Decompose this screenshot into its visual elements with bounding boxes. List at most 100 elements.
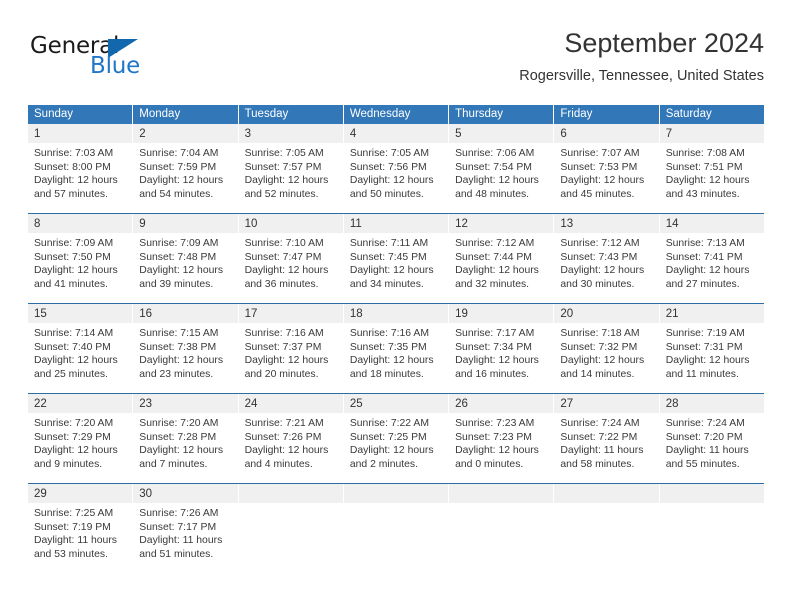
day-number: 13 — [560, 218, 574, 230]
sunset-text: Sunset: 7:19 PM — [34, 521, 111, 533]
daylight-text-line2: and 45 minutes. — [560, 188, 635, 200]
day-cell[interactable]: 10 Sunrise: 7:10 AM Sunset: 7:47 PM Dayl… — [238, 214, 343, 300]
daylight-text-line1: Daylight: 12 hours — [455, 355, 539, 367]
day-details: Sunrise: 7:25 AM Sunset: 7:19 PM Dayligh… — [28, 503, 132, 561]
day-cell[interactable]: 16 Sunrise: 7:15 AM Sunset: 7:38 PM Dayl… — [133, 304, 238, 390]
calendar-week-row: 1 Sunrise: 7:03 AM Sunset: 8:00 PM Dayli… — [28, 124, 764, 210]
day-cell[interactable]: 4 Sunrise: 7:05 AM Sunset: 7:56 PM Dayli… — [343, 124, 449, 210]
day-number: 2 — [139, 128, 146, 140]
day-cell[interactable]: 1 Sunrise: 7:03 AM Sunset: 8:00 PM Dayli… — [28, 124, 133, 210]
day-cell[interactable]: 19 Sunrise: 7:17 AM Sunset: 7:34 PM Dayl… — [449, 304, 554, 390]
day-details: Sunrise: 7:06 AM Sunset: 7:54 PM Dayligh… — [449, 143, 553, 201]
daylight-text-line2: and 50 minutes. — [349, 188, 424, 200]
page-title: September 2024 — [564, 28, 764, 58]
sunset-text: Sunset: 7:43 PM — [560, 251, 638, 263]
sunrise-text: Sunrise: 7:20 AM — [139, 418, 219, 429]
day-number-bar: 12 — [449, 214, 554, 233]
day-details: Sunrise: 7:22 AM Sunset: 7:25 PM Dayligh… — [344, 413, 448, 471]
day-cell[interactable]: 28 Sunrise: 7:24 AM Sunset: 7:20 PM Dayl… — [659, 394, 764, 480]
weekday-header-sunday: Sunday — [28, 105, 133, 124]
daylight-text-line2: and 30 minutes. — [560, 278, 635, 290]
daylight-text-line2: and 11 minutes. — [665, 368, 739, 380]
sunrise-text: Sunrise: 7:16 AM — [244, 328, 324, 339]
daylight-text-line2: and 20 minutes. — [244, 368, 319, 380]
sunrise-text: Sunrise: 7:10 AM — [244, 238, 324, 249]
sunrise-text: Sunrise: 7:05 AM — [244, 148, 324, 159]
day-cell[interactable]: 20 Sunrise: 7:18 AM Sunset: 7:32 PM Dayl… — [554, 304, 659, 390]
day-details: Sunrise: 7:20 AM Sunset: 7:28 PM Dayligh… — [133, 413, 237, 471]
sunset-text: Sunset: 7:48 PM — [139, 251, 217, 263]
day-cell[interactable]: 7 Sunrise: 7:08 AM Sunset: 7:51 PM Dayli… — [659, 124, 764, 210]
calendar-week-row: 8 Sunrise: 7:09 AM Sunset: 7:50 PM Dayli… — [28, 213, 764, 300]
sunset-text: Sunset: 7:45 PM — [349, 251, 427, 263]
day-cell[interactable]: 2 Sunrise: 7:04 AM Sunset: 7:59 PM Dayli… — [133, 124, 238, 210]
sunrise-text: Sunrise: 7:16 AM — [349, 328, 429, 339]
sunset-text: Sunset: 8:00 PM — [34, 161, 111, 173]
day-cell[interactable]: 9 Sunrise: 7:09 AM Sunset: 7:48 PM Dayli… — [133, 214, 238, 300]
day-cell[interactable]: 15 Sunrise: 7:14 AM Sunset: 7:40 PM Dayl… — [28, 304, 133, 390]
day-cell[interactable]: 18 Sunrise: 7:16 AM Sunset: 7:35 PM Dayl… — [343, 304, 449, 390]
day-details: Sunrise: 7:19 AM Sunset: 7:31 PM Dayligh… — [660, 323, 764, 381]
day-cell-empty — [449, 484, 554, 570]
general-blue-logo[interactable]: General Blue — [30, 34, 160, 86]
sunrise-text: Sunrise: 7:14 AM — [34, 328, 114, 339]
day-cell[interactable]: 13 Sunrise: 7:12 AM Sunset: 7:43 PM Dayl… — [554, 214, 659, 300]
day-cell[interactable]: 25 Sunrise: 7:22 AM Sunset: 7:25 PM Dayl… — [343, 394, 449, 480]
sunrise-text: Sunrise: 7:05 AM — [349, 148, 429, 159]
day-cell[interactable]: 24 Sunrise: 7:21 AM Sunset: 7:26 PM Dayl… — [238, 394, 343, 480]
day-number-bar: 24 — [238, 394, 343, 413]
daylight-text-line1: Daylight: 12 hours — [139, 265, 224, 277]
day-number: 20 — [560, 308, 574, 320]
day-cell[interactable]: 12 Sunrise: 7:12 AM Sunset: 7:44 PM Dayl… — [449, 214, 554, 300]
day-number-bar: 22 — [28, 394, 133, 413]
daylight-text-line1: Daylight: 12 hours — [139, 445, 224, 457]
sunrise-text: Sunrise: 7:20 AM — [34, 418, 114, 429]
day-cell[interactable]: 8 Sunrise: 7:09 AM Sunset: 7:50 PM Dayli… — [28, 214, 133, 300]
day-details: Sunrise: 7:10 AM Sunset: 7:47 PM Dayligh… — [239, 233, 343, 291]
sunset-text: Sunset: 7:31 PM — [665, 341, 743, 353]
day-cell[interactable]: 30 Sunrise: 7:26 AM Sunset: 7:17 PM Dayl… — [133, 484, 238, 570]
sunrise-text: Sunrise: 7:12 AM — [560, 238, 640, 249]
day-cell[interactable]: 5 Sunrise: 7:06 AM Sunset: 7:54 PM Dayli… — [449, 124, 554, 210]
sunrise-text: Sunrise: 7:26 AM — [139, 508, 219, 519]
day-cell-empty — [554, 484, 659, 570]
day-cell[interactable]: 29 Sunrise: 7:25 AM Sunset: 7:19 PM Dayl… — [28, 484, 133, 570]
sunrise-text: Sunrise: 7:19 AM — [665, 328, 745, 339]
sunrise-text: Sunrise: 7:22 AM — [349, 418, 429, 429]
day-number: 9 — [139, 218, 146, 230]
day-cell[interactable]: 17 Sunrise: 7:16 AM Sunset: 7:37 PM Dayl… — [238, 304, 343, 390]
day-details: Sunrise: 7:16 AM Sunset: 7:37 PM Dayligh… — [239, 323, 343, 381]
day-cell[interactable]: 14 Sunrise: 7:13 AM Sunset: 7:41 PM Dayl… — [659, 214, 764, 300]
day-number-bar: 18 — [343, 304, 449, 323]
day-details: Sunrise: 7:12 AM Sunset: 7:43 PM Dayligh… — [554, 233, 658, 291]
day-cell[interactable]: 21 Sunrise: 7:19 AM Sunset: 7:31 PM Dayl… — [659, 304, 764, 390]
sunset-text: Sunset: 7:56 PM — [349, 161, 427, 173]
day-number-bar: 15 — [28, 304, 133, 323]
daylight-text-line1: Daylight: 12 hours — [34, 445, 118, 457]
day-cell[interactable]: 26 Sunrise: 7:23 AM Sunset: 7:23 PM Dayl… — [449, 394, 554, 480]
daylight-text-line2: and 23 minutes. — [139, 368, 214, 380]
sunrise-text: Sunrise: 7:04 AM — [139, 148, 219, 159]
daylight-text-line1: Daylight: 12 hours — [139, 175, 224, 187]
day-cell[interactable]: 27 Sunrise: 7:24 AM Sunset: 7:22 PM Dayl… — [554, 394, 659, 480]
sunrise-text: Sunrise: 7:13 AM — [665, 238, 745, 249]
day-cell[interactable]: 6 Sunrise: 7:07 AM Sunset: 7:53 PM Dayli… — [554, 124, 659, 210]
day-cell[interactable]: 23 Sunrise: 7:20 AM Sunset: 7:28 PM Dayl… — [133, 394, 238, 480]
day-cell[interactable]: 22 Sunrise: 7:20 AM Sunset: 7:29 PM Dayl… — [28, 394, 133, 480]
sunset-text: Sunset: 7:37 PM — [244, 341, 322, 353]
day-details: Sunrise: 7:07 AM Sunset: 7:53 PM Dayligh… — [554, 143, 658, 201]
day-number: 7 — [665, 128, 673, 140]
day-number: 8 — [34, 218, 41, 230]
sunrise-text: Sunrise: 7:25 AM — [34, 508, 114, 519]
day-cell[interactable]: 11 Sunrise: 7:11 AM Sunset: 7:45 PM Dayl… — [343, 214, 449, 300]
day-number-bar: 10 — [238, 214, 343, 233]
day-number-bar — [343, 484, 449, 503]
daylight-text-line2: and 9 minutes. — [34, 458, 103, 470]
daylight-text-line2: and 55 minutes. — [665, 458, 740, 470]
day-number-bar: 4 — [343, 124, 449, 143]
day-number-bar: 5 — [449, 124, 554, 143]
sunset-text: Sunset: 7:29 PM — [34, 431, 111, 443]
day-number-bar: 11 — [343, 214, 449, 233]
day-number: 23 — [139, 398, 153, 410]
day-cell[interactable]: 3 Sunrise: 7:05 AM Sunset: 7:57 PM Dayli… — [238, 124, 343, 210]
